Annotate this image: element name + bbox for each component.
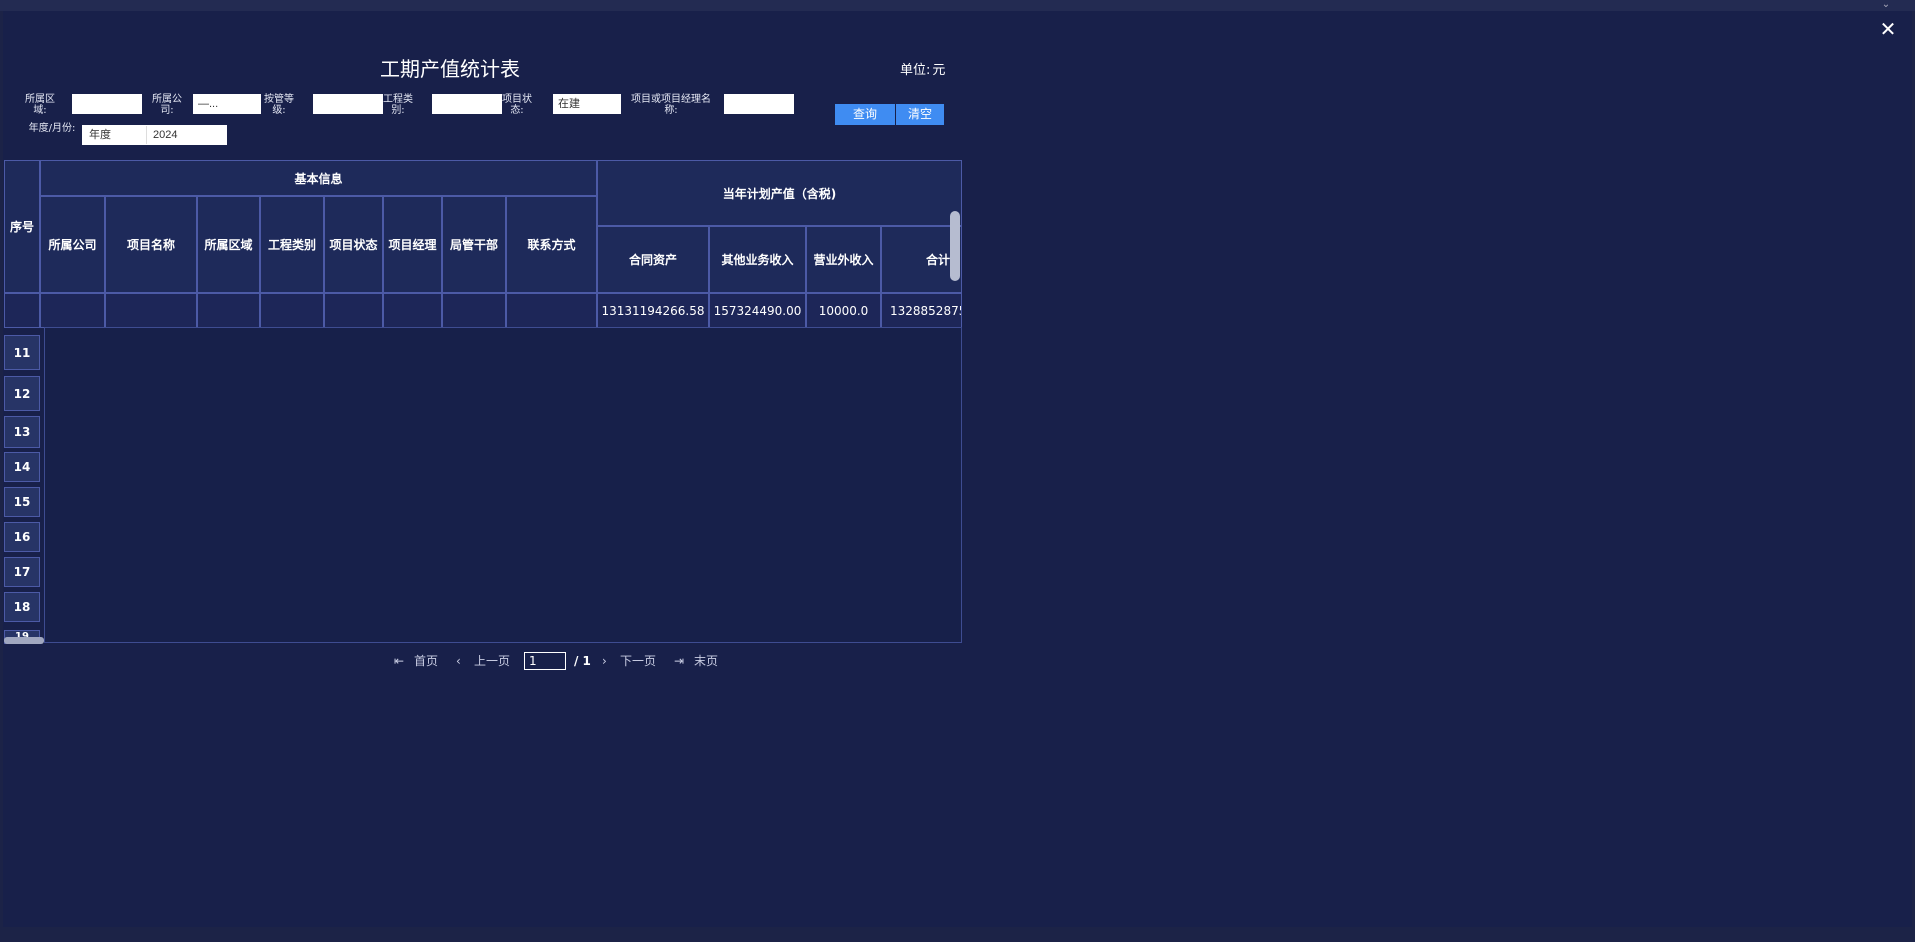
category-select[interactable] <box>432 94 502 114</box>
row-number: 13 <box>4 416 40 448</box>
col-status[interactable]: 项目状态 <box>324 196 383 293</box>
last-page-link[interactable]: 末页 <box>694 652 718 670</box>
prev-page-icon[interactable]: ‹ <box>456 652 461 670</box>
page-title: 工期产值统计表 <box>380 57 520 81</box>
page-total: / 1 <box>574 654 591 668</box>
totals-seq-cell <box>4 293 40 328</box>
totals-empty-cell <box>442 293 506 328</box>
seq-header: 序号 <box>4 160 40 293</box>
col-non-operating-income[interactable]: 营业外收入 <box>806 226 881 293</box>
year-select[interactable]: 2024 <box>147 126 183 144</box>
status-select[interactable]: 在建 <box>553 94 621 114</box>
col-project-name[interactable]: 项目名称 <box>105 196 197 293</box>
col-category[interactable]: 工程类别 <box>260 196 324 293</box>
col-bureau-cadre[interactable]: 局管干部 <box>442 196 506 293</box>
total-non-operating-income: 10000.0 <box>806 293 881 328</box>
filter-label-project-name: 项目或项目经理名称: <box>631 94 711 116</box>
col-other-income[interactable]: 其他业务收入 <box>709 226 806 293</box>
plan-output-group-header: 当年计划产值（含税) <box>597 160 962 226</box>
totals-empty-cell <box>197 293 260 328</box>
unit-value: 元 <box>932 63 946 78</box>
row-number: 11 <box>4 335 40 370</box>
table-body-panel <box>44 327 962 643</box>
prev-page-link[interactable]: 上一页 <box>474 652 510 670</box>
basic-info-group-header: 基本信息 <box>40 160 597 196</box>
filter-label-year: 年度/月份: <box>28 123 76 134</box>
vertical-scrollbar[interactable] <box>950 211 960 281</box>
close-icon[interactable]: ✕ <box>1878 18 1898 40</box>
total-sum: 13288528756 <box>881 293 962 328</box>
totals-empty-cell <box>324 293 383 328</box>
clear-button[interactable]: 清空 <box>896 104 944 125</box>
chevron-down-icon[interactable]: ⌄ <box>1880 0 1892 10</box>
total-other-income: 157324490.00 <box>709 293 806 328</box>
query-button[interactable]: 查询 <box>835 104 895 125</box>
region-select[interactable] <box>72 94 142 114</box>
filter-label-region: 所属区域: <box>25 94 55 116</box>
bottom-strip <box>0 927 1915 942</box>
totals-empty-cell <box>260 293 324 328</box>
row-number: 16 <box>4 522 40 552</box>
period-type-select[interactable]: 年度 <box>83 126 147 144</box>
first-page-link[interactable]: 首页 <box>414 652 438 670</box>
next-page-link[interactable]: 下一页 <box>620 652 656 670</box>
filter-label-level: 按管等级: <box>264 94 294 116</box>
col-company[interactable]: 所属公司 <box>40 196 105 293</box>
row-number: 12 <box>4 376 40 411</box>
col-contract-assets[interactable]: 合同资产 <box>597 226 709 293</box>
row-number: 18 <box>4 592 40 622</box>
last-page-icon[interactable]: ⇥ <box>674 652 684 670</box>
row-number: 17 <box>4 557 40 587</box>
horizontal-scrollbar[interactable] <box>4 637 44 644</box>
totals-empty-cell <box>105 293 197 328</box>
total-contract-assets: 13131194266.58 <box>597 293 709 328</box>
top-strip <box>0 0 1915 11</box>
totals-empty-cell <box>40 293 105 328</box>
first-page-icon[interactable]: ⇤ <box>394 652 404 670</box>
unit-caption: 单位: <box>900 63 931 78</box>
company-select[interactable]: —... <box>193 94 261 114</box>
row-number: 15 <box>4 487 40 517</box>
project-name-input[interactable] <box>724 94 794 114</box>
col-manager[interactable]: 项目经理 <box>383 196 442 293</box>
row-number: 14 <box>4 452 40 482</box>
page-number-input[interactable]: 1 <box>524 652 566 670</box>
totals-empty-cell <box>383 293 442 328</box>
year-picker[interactable]: 年度 2024 <box>82 125 227 145</box>
level-select[interactable] <box>313 94 383 114</box>
col-contact[interactable]: 联系方式 <box>506 196 597 293</box>
next-page-icon[interactable]: › <box>602 652 607 670</box>
col-region[interactable]: 所属区域 <box>197 196 260 293</box>
filter-label-category: 工程类别: <box>383 94 413 116</box>
filter-label-status: 项目状态: <box>502 94 532 116</box>
filter-label-company: 所属公司: <box>152 94 182 116</box>
totals-empty-cell <box>506 293 597 328</box>
unit-label: 单位: 元 <box>900 59 947 78</box>
